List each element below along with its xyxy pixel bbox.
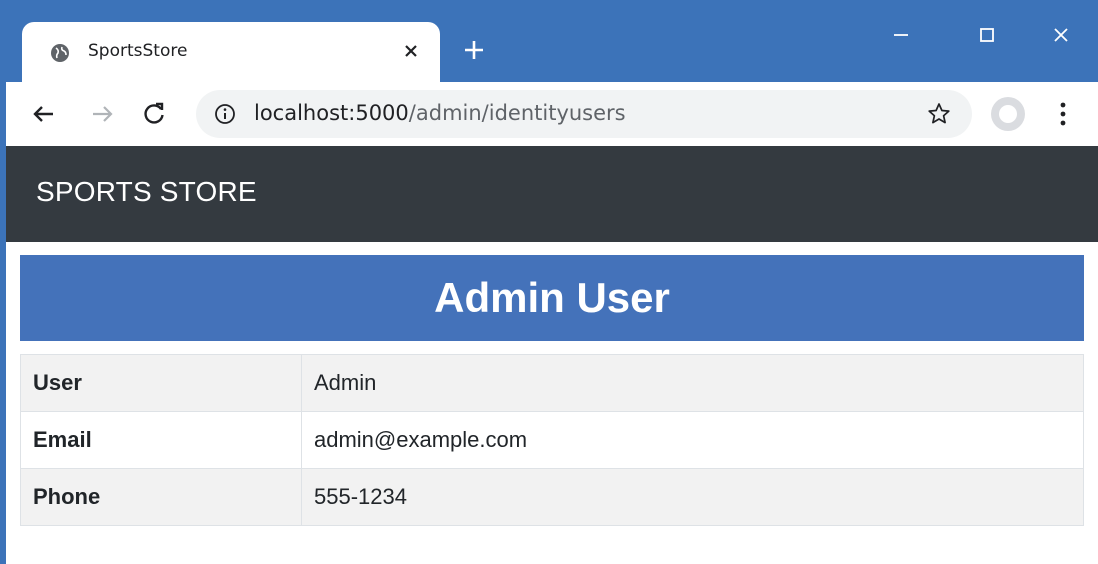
info-icon[interactable] <box>214 103 236 125</box>
table-row: User Admin <box>20 354 1084 412</box>
browser-toolbar: localhost:5000/admin/identityusers <box>6 82 1098 146</box>
brand-title[interactable]: SPORTS STORE <box>36 176 257 208</box>
tab-title: SportsStore <box>88 41 188 61</box>
browser-window: SportsStore localhost:5000/admin/identit… <box>0 0 1098 564</box>
url-text[interactable]: localhost:5000/admin/identityusers <box>254 101 626 125</box>
plus-icon[interactable] <box>458 34 490 66</box>
phone-label: Phone <box>20 468 302 526</box>
maximize-icon[interactable] <box>972 20 1002 50</box>
url-host: localhost:5000 <box>254 101 409 125</box>
minimize-icon[interactable] <box>886 20 916 50</box>
address-bar[interactable]: localhost:5000/admin/identityusers <box>196 90 972 138</box>
email-value: admin@example.com <box>301 411 1084 469</box>
globe-icon <box>51 44 69 62</box>
table-row: Phone 555-1234 <box>20 468 1084 526</box>
title-bar: SportsStore <box>6 0 1098 82</box>
site-navbar: SPORTS STORE <box>6 146 1098 242</box>
reload-icon[interactable] <box>140 100 168 128</box>
user-value: Admin <box>301 354 1084 412</box>
close-icon[interactable] <box>398 38 424 64</box>
page-heading: Admin User <box>20 255 1084 341</box>
table-row: Email admin@example.com <box>20 411 1084 469</box>
page-title: Admin User <box>434 274 670 321</box>
arrow-left-icon[interactable] <box>30 100 58 128</box>
avatar-icon[interactable] <box>990 96 1026 132</box>
star-icon[interactable] <box>926 101 952 127</box>
arrow-right-icon[interactable] <box>88 100 116 128</box>
url-path: /admin/identityusers <box>408 101 626 125</box>
browser-tab[interactable]: SportsStore <box>22 22 440 82</box>
user-label: User <box>20 354 302 412</box>
email-label: Email <box>20 411 302 469</box>
kebab-menu-icon[interactable] <box>1058 100 1068 128</box>
close-icon[interactable] <box>1046 20 1076 50</box>
user-details-table: User Admin Email admin@example.com Phone… <box>20 354 1084 526</box>
phone-value: 555-1234 <box>301 468 1084 526</box>
